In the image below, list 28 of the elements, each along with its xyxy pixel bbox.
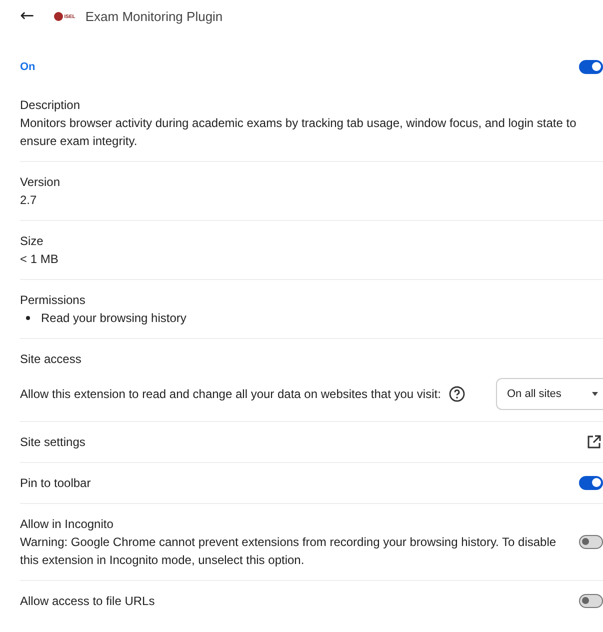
toggle-switch[interactable] bbox=[579, 476, 603, 490]
back-button[interactable]: ← bbox=[20, 8, 34, 25]
row-label: Allow in Incognito bbox=[20, 516, 114, 533]
row-label: Site access bbox=[20, 351, 82, 368]
site-access-dropdown[interactable]: On all sites bbox=[496, 378, 603, 410]
toggle-switch[interactable] bbox=[579, 60, 603, 74]
row-text: Monitors browser activity during academic exams by tracking tab usage, window focus, and login state to ensure exam integrity. bbox=[20, 115, 578, 150]
permission-text: Read your browsing history bbox=[41, 310, 186, 327]
page-title: Exam Monitoring Plugin bbox=[85, 9, 223, 24]
row-label: Allow access to file URLs bbox=[20, 593, 155, 610]
row-text: 2.7 bbox=[20, 192, 38, 209]
caret-icon bbox=[592, 392, 598, 396]
row-label: Site settings bbox=[20, 434, 86, 451]
row-label: Version bbox=[20, 174, 60, 191]
toggle-switch[interactable] bbox=[579, 535, 603, 549]
row-label: Pin to toolbar bbox=[20, 475, 91, 492]
help-icon[interactable] bbox=[448, 386, 465, 402]
bullet-icon bbox=[26, 316, 30, 320]
toggle-switch[interactable] bbox=[579, 594, 603, 608]
access-text: Allow this extension to read and change all your data on websites that you visit: bbox=[20, 387, 441, 401]
row-text: < 1 MB bbox=[20, 251, 58, 268]
external-link-icon[interactable] bbox=[587, 435, 601, 449]
seal-icon bbox=[54, 12, 64, 21]
row-label: Description bbox=[20, 97, 82, 114]
row-label: Permissions bbox=[20, 292, 86, 309]
status-label: On bbox=[20, 61, 36, 73]
row-text: Warning: Google Chrome cannot prevent extensions from recording your browsing history. To disable this extension in Incognito mode, unselect this option. bbox=[20, 534, 558, 569]
row-label: Size bbox=[20, 233, 44, 250]
